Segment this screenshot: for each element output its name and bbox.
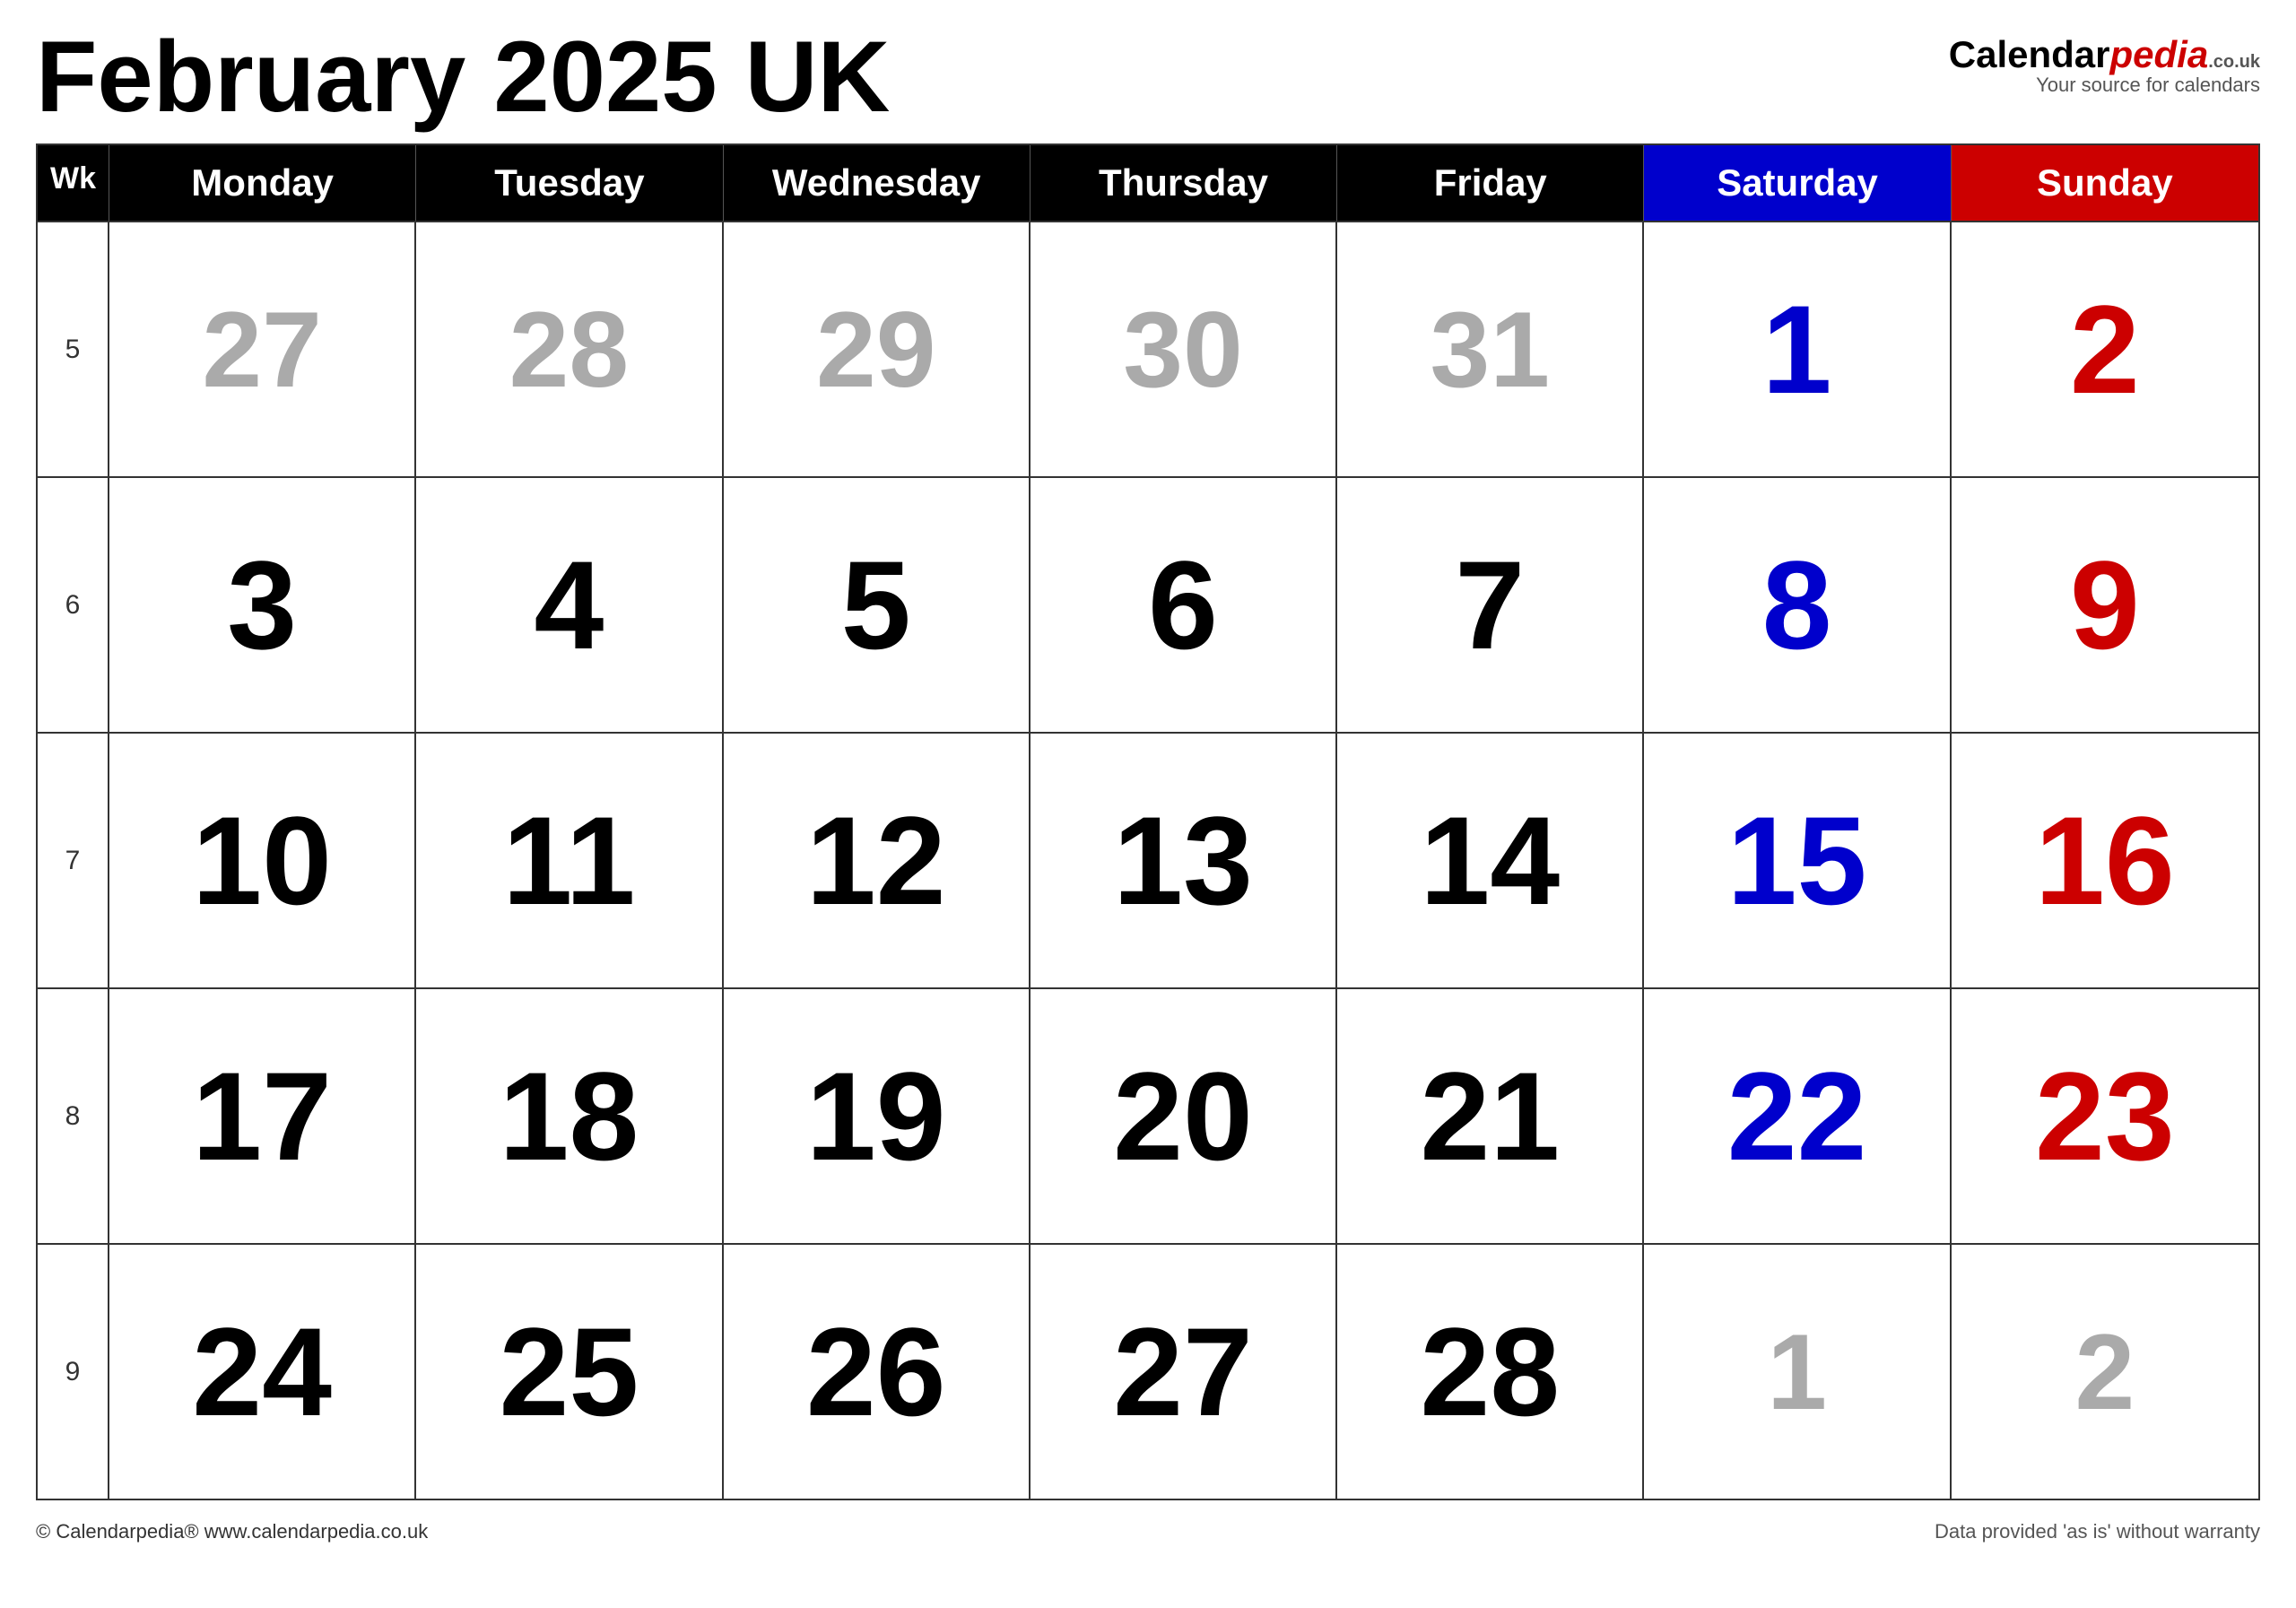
footer-copyright: © Calendarpedia® www.calendarpedia.co.uk — [36, 1520, 428, 1543]
logo-tagline: Your source for calendars — [2036, 74, 2260, 97]
week-number-5: 5 — [38, 222, 109, 476]
header-tuesday: Tuesday — [416, 145, 723, 221]
day-feb-14: 14 — [1337, 734, 1644, 987]
day-feb-12: 12 — [724, 734, 1031, 987]
day-jan-29: 29 — [724, 222, 1031, 476]
day-feb-17: 17 — [109, 989, 416, 1243]
header-saturday: Saturday — [1644, 145, 1951, 221]
header-friday: Friday — [1337, 145, 1644, 221]
day-feb-11: 11 — [416, 734, 723, 987]
day-feb-9: 9 — [1952, 478, 2258, 732]
day-feb-6: 6 — [1031, 478, 1337, 732]
day-feb-19: 19 — [724, 989, 1031, 1243]
day-feb-10: 10 — [109, 734, 416, 987]
calendar: Wk Monday Tuesday Wednesday Thursday Fri… — [36, 143, 2260, 1500]
day-feb-25: 25 — [416, 1245, 723, 1499]
calendar-week-9: 9 24 25 26 27 28 1 2 — [38, 1243, 2258, 1499]
logo-area: Calendarpedia.co.uk Your source for cale… — [1949, 27, 2260, 97]
day-feb-23: 23 — [1952, 989, 2258, 1243]
day-feb-16: 16 — [1952, 734, 2258, 987]
logo-pedia: pedia — [2110, 33, 2209, 75]
header-thursday: Thursday — [1031, 145, 1337, 221]
week-number-8: 8 — [38, 989, 109, 1243]
calendar-week-7: 7 10 11 12 13 14 15 16 — [38, 732, 2258, 987]
day-feb-27: 27 — [1031, 1245, 1337, 1499]
calendar-header: Wk Monday Tuesday Wednesday Thursday Fri… — [38, 145, 2258, 221]
day-feb-21: 21 — [1337, 989, 1644, 1243]
day-feb-15: 15 — [1644, 734, 1951, 987]
calendar-week-8: 8 17 18 19 20 21 22 23 — [38, 987, 2258, 1243]
day-mar-2: 2 — [1952, 1245, 2258, 1499]
day-feb-2: 2 — [1952, 222, 2258, 476]
week-number-7: 7 — [38, 734, 109, 987]
page-title: February 2025 UK — [36, 27, 890, 127]
day-feb-8: 8 — [1644, 478, 1951, 732]
day-feb-1: 1 — [1644, 222, 1951, 476]
logo-calendar: Calendar — [1949, 33, 2110, 75]
calendar-week-5: 5 27 28 29 30 31 1 2 — [38, 221, 2258, 476]
day-feb-20: 20 — [1031, 989, 1337, 1243]
day-mar-1: 1 — [1644, 1245, 1951, 1499]
header-wk: Wk — [38, 145, 109, 221]
header-wednesday: Wednesday — [724, 145, 1031, 221]
day-feb-24: 24 — [109, 1245, 416, 1499]
calendar-body: 5 27 28 29 30 31 1 2 6 3 4 5 6 7 8 9 7 1… — [38, 221, 2258, 1499]
day-feb-18: 18 — [416, 989, 723, 1243]
day-feb-22: 22 — [1644, 989, 1951, 1243]
week-number-9: 9 — [38, 1245, 109, 1499]
day-feb-7: 7 — [1337, 478, 1644, 732]
day-feb-28: 28 — [1337, 1245, 1644, 1499]
day-feb-4: 4 — [416, 478, 723, 732]
day-feb-3: 3 — [109, 478, 416, 732]
day-feb-13: 13 — [1031, 734, 1337, 987]
day-jan-31: 31 — [1337, 222, 1644, 476]
footer-disclaimer: Data provided 'as is' without warranty — [1935, 1520, 2260, 1543]
day-feb-26: 26 — [724, 1245, 1031, 1499]
header-sunday: Sunday — [1952, 145, 2258, 221]
calendar-week-6: 6 3 4 5 6 7 8 9 — [38, 476, 2258, 732]
header-monday: Monday — [109, 145, 416, 221]
footer: © Calendarpedia® www.calendarpedia.co.uk… — [36, 1509, 2260, 1543]
week-number-6: 6 — [38, 478, 109, 732]
day-feb-5: 5 — [724, 478, 1031, 732]
logo: Calendarpedia.co.uk — [1949, 36, 2260, 74]
day-jan-30: 30 — [1031, 222, 1337, 476]
day-jan-28: 28 — [416, 222, 723, 476]
day-jan-27: 27 — [109, 222, 416, 476]
page-header: February 2025 UK Calendarpedia.co.uk You… — [36, 27, 2260, 127]
logo-co-uk: .co.uk — [2208, 52, 2260, 72]
